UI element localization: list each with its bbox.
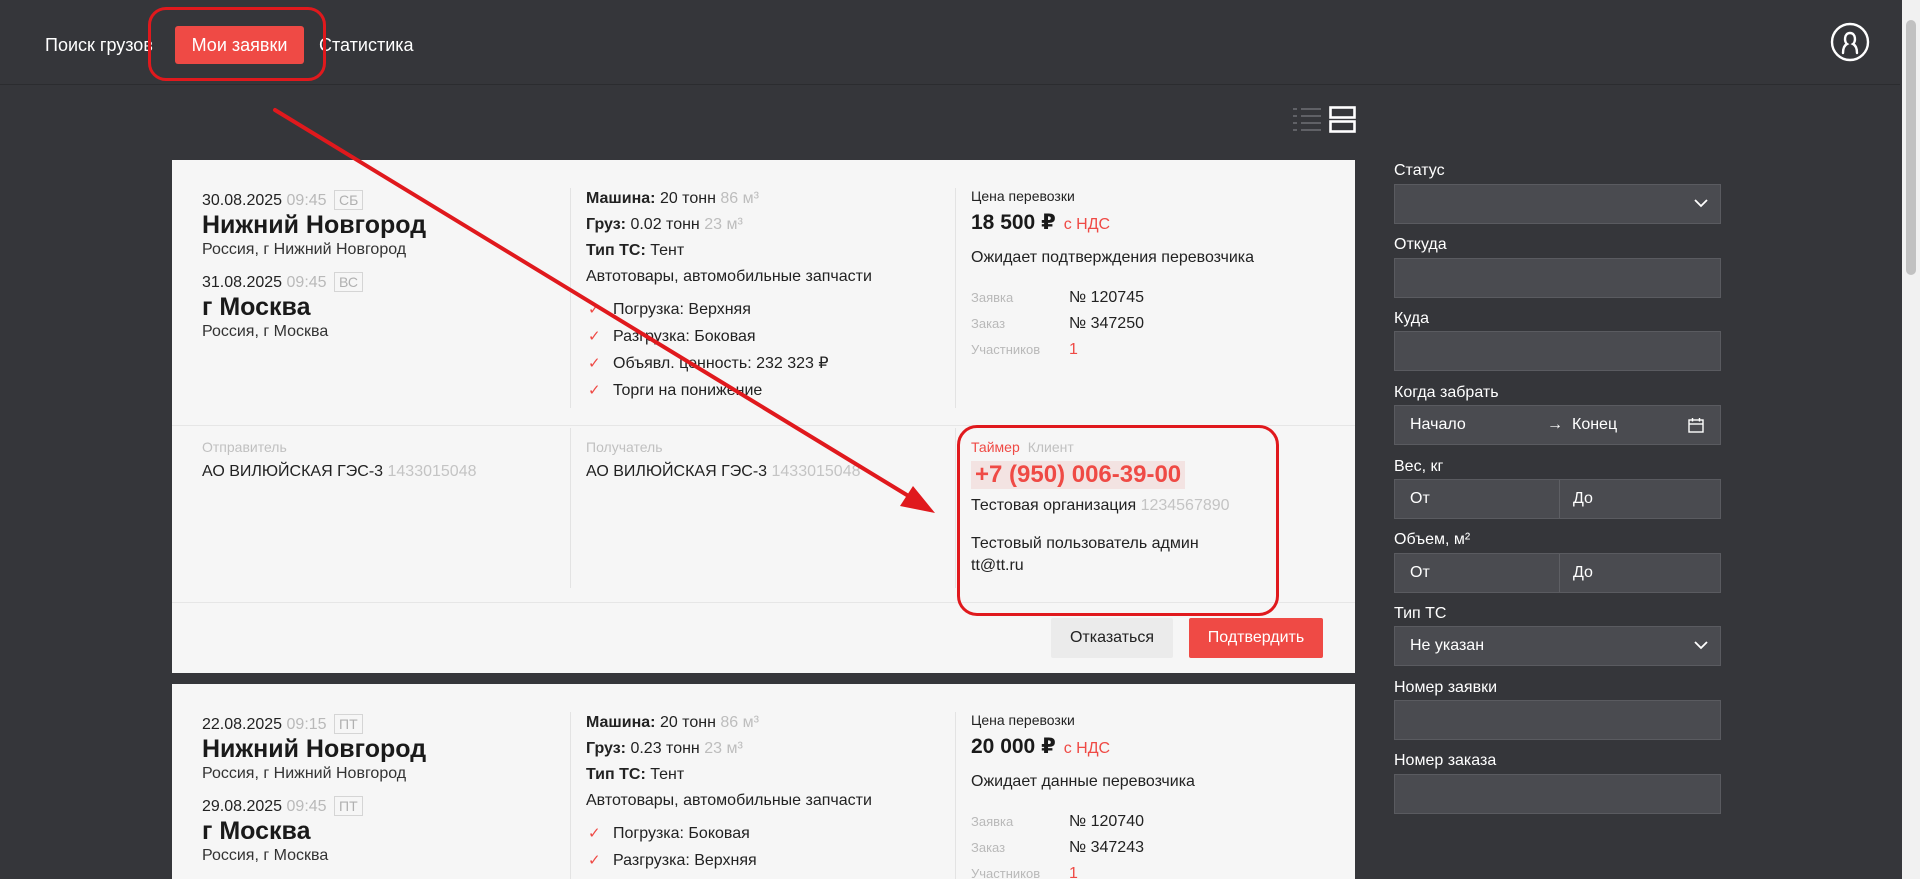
filter-request-no-label: Номер заявки xyxy=(1394,679,1498,696)
list-view-icon[interactable] xyxy=(1293,106,1321,132)
filter-status-label: Статус xyxy=(1394,162,1445,179)
chevron-down-icon xyxy=(1694,641,1708,650)
filter-from-label: Откуда xyxy=(1394,236,1447,253)
order-status: Ожидает данные перевозчика xyxy=(971,773,1195,790)
range-arrow-icon: → xyxy=(1547,416,1563,433)
filter-vehicle-label: Тип ТС xyxy=(1394,605,1447,622)
confirm-button[interactable]: Подтвердить xyxy=(1189,618,1323,658)
check-icon: ✓ xyxy=(588,328,601,345)
weight-from-input[interactable]: От xyxy=(1410,490,1430,508)
filter-volume-label: Объем, м² xyxy=(1394,531,1471,548)
nav-statistics[interactable]: Статистика xyxy=(319,26,414,64)
from-input[interactable] xyxy=(1394,258,1721,298)
calendar-icon[interactable] xyxy=(1688,417,1704,433)
vat-label: с НДС xyxy=(1063,216,1111,233)
check-icon: ✓ xyxy=(588,852,601,869)
order-number: Заказ № 347243 xyxy=(971,839,1144,856)
filter-pickup-label: Когда забрать xyxy=(1394,384,1499,401)
chevron-down-icon xyxy=(1694,199,1708,208)
condition-item: ✓ Торги на понижение xyxy=(586,377,946,404)
vehicle-type-select[interactable]: Не указан xyxy=(1394,626,1721,666)
destination-address: Россия, г Москва xyxy=(202,323,329,340)
goods-type: Автотовары, автомобильные запчасти xyxy=(586,792,872,809)
origin-address: Россия, г Нижний Новгород xyxy=(202,241,407,258)
sender-name: АО ВИЛЮЙСКАЯ ГЭС-3 1433015048 xyxy=(202,463,477,480)
check-icon: ✓ xyxy=(588,355,601,372)
origin-address: Россия, г Нижний Новгород xyxy=(202,765,407,782)
check-icon: ✓ xyxy=(588,825,601,842)
end-date-input[interactable]: Конец xyxy=(1572,416,1617,434)
sender-label: Отправитель xyxy=(202,439,287,455)
destination-address: Россия, г Москва xyxy=(202,847,329,864)
weight-to-input[interactable]: До xyxy=(1573,490,1593,508)
order-number: Заказ № 347250 xyxy=(971,315,1144,332)
participants-count: Участников 1 xyxy=(971,341,1078,358)
request-number: Заявка № 120740 xyxy=(971,813,1144,830)
nav-cargo-search[interactable]: Поиск грузов xyxy=(45,26,153,64)
price-label: Цена перевозки xyxy=(971,188,1075,204)
volume-from-input[interactable]: От xyxy=(1410,564,1430,582)
price-value: 20 000 ₽ xyxy=(971,735,1056,758)
annotation-highlight-tab xyxy=(148,7,326,81)
request-number: Заявка № 120745 xyxy=(971,289,1144,306)
to-input[interactable] xyxy=(1394,331,1721,371)
condition-item: ✓ Объявл. ценность: 232 323 ₽ xyxy=(586,350,946,377)
cargo-spec: Груз: 0.23 тонн 23 м³ xyxy=(586,740,743,757)
delivery-date: 31.08.2025 09:45 ВС xyxy=(202,272,562,292)
card-view-icon[interactable] xyxy=(1329,106,1356,133)
filter-weight-label: Вес, кг xyxy=(1394,458,1444,475)
volume-range: От До xyxy=(1394,553,1721,593)
order-number-input[interactable] xyxy=(1394,774,1721,814)
check-icon: ✓ xyxy=(588,382,601,399)
price-label: Цена перевозки xyxy=(971,712,1075,728)
destination-city: г Москва xyxy=(202,817,311,845)
scrollbar-thumb[interactable] xyxy=(1906,20,1916,275)
weight-range: От До xyxy=(1394,479,1721,519)
check-icon: ✓ xyxy=(588,301,601,318)
delivery-date: 29.08.2025 09:45 ПТ xyxy=(202,796,562,816)
pickup-date: 22.08.2025 09:15 ПТ xyxy=(202,714,562,734)
cargo-spec: Груз: 0.02 тонн 23 м³ xyxy=(586,216,743,233)
origin-city: Нижний Новгород xyxy=(202,211,427,239)
profile-icon[interactable] xyxy=(1830,22,1870,62)
filter-to-label: Куда xyxy=(1394,310,1430,327)
decline-button[interactable]: Отказаться xyxy=(1051,618,1173,658)
receiver-label: Получатель xyxy=(586,439,663,455)
participants-count: Участников 1 xyxy=(971,865,1078,879)
machine-spec: Машина: 20 тонн 86 м³ xyxy=(586,190,759,207)
request-number-input[interactable] xyxy=(1394,700,1721,740)
order-card: 22.08.2025 09:15 ПТ Нижний Новгород Росс… xyxy=(172,684,1355,879)
condition-item: ✓ Погрузка: Верхняя xyxy=(586,296,946,323)
annotation-highlight-contact xyxy=(957,425,1279,616)
order-status: Ожидает подтверждения перевозчика xyxy=(971,249,1254,266)
condition-item: ✓ Разгрузка: Верхняя xyxy=(586,847,946,874)
volume-to-input[interactable]: До xyxy=(1573,564,1593,582)
goods-type: Автотовары, автомобильные запчасти xyxy=(586,268,872,285)
vat-label: с НДС xyxy=(1063,740,1111,757)
vehicle-type: Тип ТС: Тент xyxy=(586,242,685,259)
condition-item: ✓ Погрузка: Боковая xyxy=(586,820,946,847)
date-range-picker[interactable]: Начало → Конец xyxy=(1394,405,1721,445)
start-date-input[interactable]: Начало xyxy=(1410,416,1466,434)
destination-city: г Москва xyxy=(202,293,311,321)
vehicle-type-value: Не указан xyxy=(1410,637,1485,654)
machine-spec: Машина: 20 тонн 86 м³ xyxy=(586,714,759,731)
condition-item: ✓ Разгрузка: Боковая xyxy=(586,323,946,350)
price-value: 18 500 ₽ xyxy=(971,211,1056,234)
status-select[interactable] xyxy=(1394,184,1721,224)
pickup-date: 30.08.2025 09:45 СБ xyxy=(202,190,562,210)
filter-order-no-label: Номер заказа xyxy=(1394,752,1497,769)
origin-city: Нижний Новгород xyxy=(202,735,427,763)
vehicle-type: Тип ТС: Тент xyxy=(586,766,685,783)
receiver-name: АО ВИЛЮЙСКАЯ ГЭС-3 1433015048 xyxy=(586,463,861,480)
